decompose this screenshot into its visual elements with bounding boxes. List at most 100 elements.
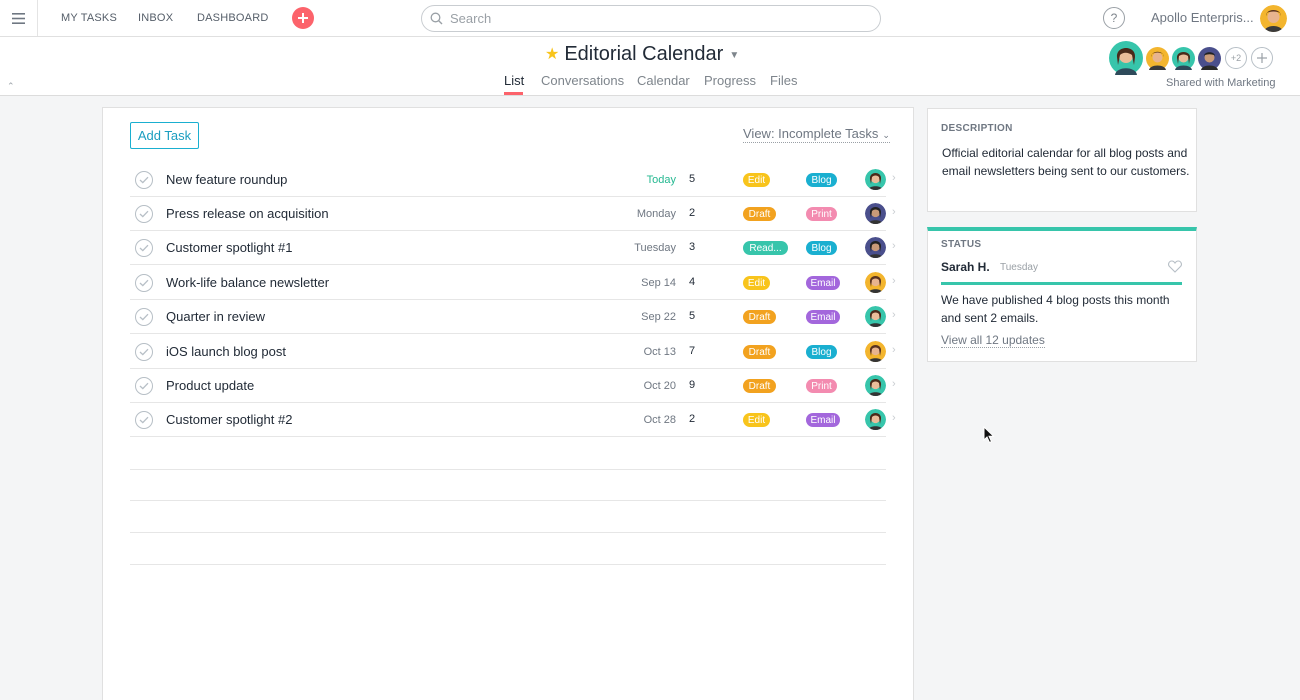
description-text[interactable]: Official editorial calendar for all blog… (942, 144, 1192, 180)
checkmark-icon (139, 244, 149, 252)
task-complete-checkbox[interactable] (135, 343, 153, 361)
view-all-updates-link[interactable]: View all 12 updates (941, 333, 1045, 348)
status-panel: STATUS Sarah H. Tuesday We have publishe… (927, 227, 1197, 362)
task-complete-checkbox[interactable] (135, 171, 153, 189)
task-row[interactable]: Quarter in review Sep 22 5 Draft Email › (130, 300, 896, 334)
task-stage-tag[interactable]: Edit (743, 413, 770, 427)
task-stage-tag[interactable]: Draft (743, 310, 776, 324)
task-due-date[interactable]: Monday (637, 208, 676, 220)
chevron-right-icon[interactable]: › (892, 378, 896, 390)
task-stage-tag[interactable]: Edit (743, 276, 770, 290)
tab-list[interactable]: List (504, 73, 524, 88)
task-channel-tag[interactable]: Print (806, 207, 837, 221)
task-stage-tag[interactable]: Draft (743, 345, 776, 359)
add-task-button[interactable]: Add Task (130, 122, 199, 149)
task-complete-checkbox[interactable] (135, 308, 153, 326)
tab-files[interactable]: Files (770, 73, 797, 88)
task-due-date[interactable]: Sep 14 (641, 277, 676, 289)
assignee-avatar[interactable] (865, 169, 886, 190)
more-members-count[interactable]: +2 (1225, 47, 1247, 69)
task-complete-checkbox[interactable] (135, 411, 153, 429)
assignee-avatar[interactable] (865, 375, 886, 396)
assignee-avatar[interactable] (865, 272, 886, 293)
nav-inbox[interactable]: INBOX (138, 12, 173, 24)
task-name[interactable]: Customer spotlight #1 (166, 240, 292, 255)
task-due-date[interactable]: Tuesday (634, 242, 676, 254)
chevron-right-icon[interactable]: › (892, 344, 896, 356)
star-icon[interactable]: ★ (545, 44, 559, 64)
chevron-right-icon[interactable]: › (892, 309, 896, 321)
tab-progress[interactable]: Progress (704, 73, 756, 88)
task-channel-tag[interactable]: Email (806, 310, 840, 324)
task-subtask-count: 2 (689, 413, 696, 425)
member-avatar[interactable] (1109, 41, 1143, 75)
chevron-right-icon[interactable]: › (892, 275, 896, 287)
task-channel-tag[interactable]: Blog (806, 173, 837, 187)
member-avatar[interactable] (1146, 47, 1169, 70)
task-row[interactable]: Customer spotlight #1 Tuesday 3 Read... Blog… (130, 231, 896, 265)
shared-with-label[interactable]: Shared with Marketing (1166, 77, 1275, 89)
task-due-date[interactable]: Oct 13 (644, 346, 676, 358)
task-due-date[interactable]: Sep 22 (641, 311, 676, 323)
task-row[interactable]: iOS launch blog post Oct 13 7 Draft Blog › (130, 335, 896, 369)
menu-icon[interactable] (0, 0, 38, 36)
task-name[interactable]: Customer spotlight #2 (166, 412, 292, 427)
task-name[interactable]: Quarter in review (166, 309, 265, 324)
search-input[interactable] (450, 9, 870, 28)
user-avatar[interactable] (1260, 5, 1287, 32)
task-complete-checkbox[interactable] (135, 239, 153, 257)
task-stage-tag[interactable]: Draft (743, 379, 776, 393)
task-row[interactable]: Product update Oct 20 9 Draft Print › (130, 369, 896, 403)
nav-dashboard[interactable]: DASHBOARD (197, 12, 268, 24)
chevron-down-icon[interactable]: ▼ (729, 50, 739, 61)
task-stage-tag[interactable]: Draft (743, 207, 776, 221)
tab-conversations[interactable]: Conversations (541, 73, 624, 88)
task-due-date[interactable]: Today (647, 174, 676, 186)
chevron-right-icon[interactable]: › (892, 412, 896, 424)
member-avatar[interactable] (1172, 47, 1195, 70)
task-row[interactable]: New feature roundup Today 5 Edit Blog › (130, 163, 896, 197)
chevron-right-icon[interactable]: › (892, 206, 896, 218)
organization-name[interactable]: Apollo Enterpris... (1151, 10, 1254, 25)
task-channel-tag[interactable]: Print (806, 379, 837, 393)
task-row[interactable]: Press release on acquisition Monday 2 Draft… (130, 197, 896, 231)
task-stage-tag[interactable]: Edit (743, 173, 770, 187)
quick-add-button[interactable] (292, 7, 314, 29)
chevron-right-icon[interactable]: › (892, 240, 896, 252)
task-name[interactable]: New feature roundup (166, 172, 287, 187)
task-name[interactable]: iOS launch blog post (166, 344, 286, 359)
add-member-button[interactable] (1251, 47, 1273, 69)
task-channel-tag[interactable]: Blog (806, 241, 837, 255)
assignee-avatar[interactable] (865, 409, 886, 430)
assignee-avatar[interactable] (865, 203, 886, 224)
task-complete-checkbox[interactable] (135, 377, 153, 395)
search-bar[interactable] (421, 5, 881, 32)
checkmark-icon (139, 416, 149, 424)
heart-icon[interactable] (1168, 260, 1182, 273)
nav-my-tasks[interactable]: MY TASKS (61, 12, 117, 24)
task-due-date[interactable]: Oct 28 (644, 414, 676, 426)
task-due-date[interactable]: Oct 20 (644, 380, 676, 392)
collapse-icon[interactable]: ⌃ (7, 81, 15, 92)
view-filter-select[interactable]: View: Incomplete Tasks ⌄ (743, 126, 890, 143)
task-row[interactable]: Work-life balance newsletter Sep 14 4 Edit E… (130, 266, 896, 300)
task-name[interactable]: Product update (166, 378, 254, 393)
task-channel-tag[interactable]: Email (806, 276, 840, 290)
assignee-avatar[interactable] (865, 306, 886, 327)
status-author[interactable]: Sarah H. (941, 260, 990, 274)
member-avatar[interactable] (1198, 47, 1221, 70)
task-complete-checkbox[interactable] (135, 274, 153, 292)
help-button[interactable]: ? (1103, 7, 1125, 29)
task-name[interactable]: Press release on acquisition (166, 206, 329, 221)
project-title-row[interactable]: ★ Editorial Calendar ▼ (545, 42, 739, 66)
task-channel-tag[interactable]: Email (806, 413, 840, 427)
task-row[interactable]: Customer spotlight #2 Oct 28 2 Edit Email › (130, 403, 896, 437)
task-complete-checkbox[interactable] (135, 205, 153, 223)
task-stage-tag[interactable]: Read... (743, 241, 788, 255)
tab-calendar[interactable]: Calendar (637, 73, 690, 88)
chevron-right-icon[interactable]: › (892, 172, 896, 184)
task-channel-tag[interactable]: Blog (806, 345, 837, 359)
assignee-avatar[interactable] (865, 237, 886, 258)
task-name[interactable]: Work-life balance newsletter (166, 275, 329, 290)
assignee-avatar[interactable] (865, 341, 886, 362)
